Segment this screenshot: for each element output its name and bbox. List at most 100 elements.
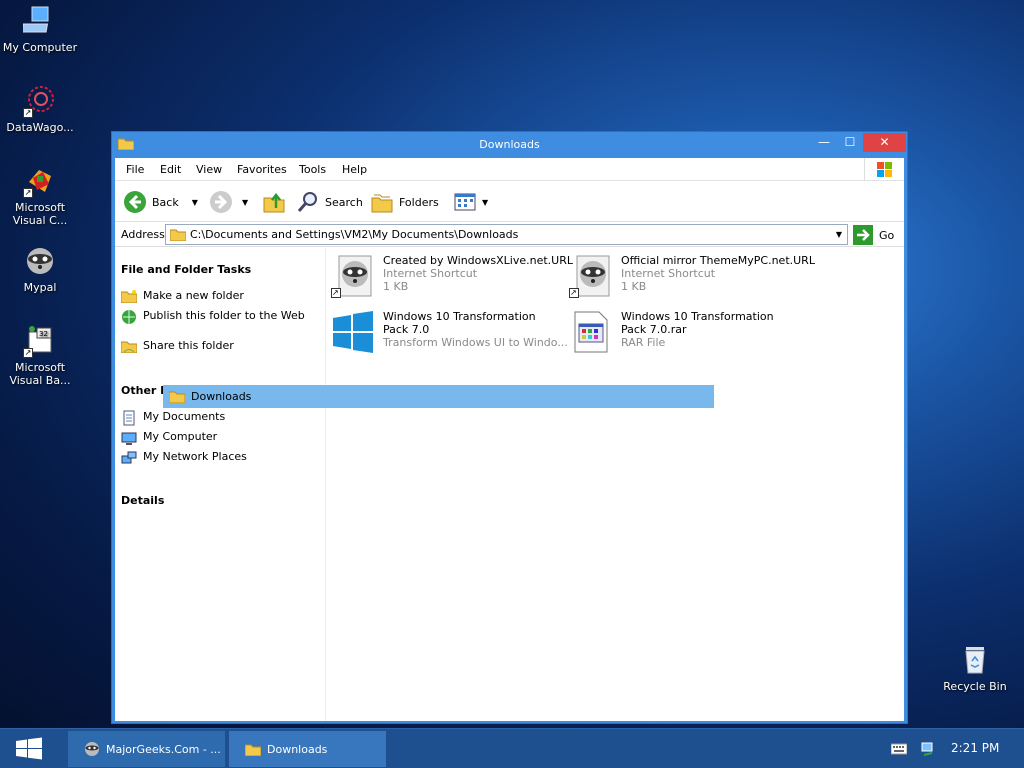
desktop-icon-label: My Computer [2,41,78,54]
chevron-down-icon[interactable]: ▼ [192,198,198,207]
file-folder-tasks-heading: File and Folder Tasks [121,263,252,276]
task-label: Publish this folder to the Web [143,309,305,322]
visual-studio-icon: ↗ [23,164,57,198]
menu-help[interactable]: Help [342,163,367,176]
shortcut-arrow-icon: ↗ [331,288,341,298]
minimize-button[interactable]: — [812,133,836,152]
spiral-icon: ↗ [23,84,57,118]
address-bar: Address C:\Documents and Settings\VM2\My… [115,223,904,247]
go-label: Go [879,228,895,242]
new-folder-icon [121,290,137,303]
chevron-down-icon[interactable]: ▼ [482,198,488,207]
desktop-icon-recycle-bin[interactable]: Recycle Bin [935,643,1015,693]
file-type: Internet Shortcut [621,267,716,280]
task-share-folder[interactable]: Share this folder [121,339,311,353]
desktop-icon-visual-basic[interactable]: 32 ↗ Microsoft Visual Ba... [0,324,80,387]
folders-button[interactable]: Folders [370,190,439,214]
file-item[interactable]: ↗ Official mirror ThemeMyPC.net.URL Inte… [569,254,815,298]
desktop-icon-mypal[interactable]: Mypal [0,244,80,294]
search-button[interactable]: Search [296,190,363,214]
title-bar[interactable]: Downloads — ☐ ✕ [112,132,907,158]
back-label: Back [152,195,179,209]
maximize-button[interactable]: ☐ [838,133,862,152]
menu-tools[interactable]: Tools [299,163,326,176]
desktop-icon-label: DataWago... [6,121,74,134]
clock[interactable]: 2:21 PM [951,741,999,755]
menu-file[interactable]: File [126,163,144,176]
visual-basic-icon: 32 ↗ [23,324,57,358]
address-dropdown-item[interactable]: Downloads [163,385,714,408]
keyboard-icon[interactable] [890,741,908,758]
file-size: 1 KB [383,280,409,293]
menu-favorites[interactable]: Favorites [237,163,287,176]
shortcut-arrow-icon: ↗ [569,288,579,298]
folder-icon [170,229,186,241]
up-folder-icon [263,192,285,213]
search-label: Search [325,195,363,209]
network-tray-icon[interactable] [920,739,936,760]
place-my-documents[interactable]: My Documents [121,410,311,426]
taskbar: MajorGeeks.Com - ... Downloads 2:21 PM [0,728,1024,768]
folders-label: Folders [399,195,439,209]
menu-view[interactable]: View [196,163,222,176]
place-label: My Network Places [143,450,247,463]
desktop-icon-label: Recycle Bin [943,680,1007,693]
address-dropdown-button[interactable]: ▼ [831,225,847,244]
desktop-icon-label: Mypal [23,281,57,294]
task-make-new-folder[interactable]: Make a new folder [121,289,311,303]
task-label: Make a new folder [143,289,244,302]
desktop-icon-datawago[interactable]: ↗ DataWago... [0,84,80,134]
explorer-window: Downloads — ☐ ✕ File Edit View Favorites… [111,131,908,724]
file-item[interactable]: ↗ Created by WindowsXLive.net.URL Intern… [331,254,573,298]
go-arrow-icon [853,225,873,245]
back-button[interactable]: Back ▼ [123,190,198,214]
views-icon [454,193,476,211]
network-icon [121,451,137,464]
up-folder-button[interactable] [262,190,286,214]
taskbar-item-downloads[interactable]: Downloads [229,731,386,767]
place-my-computer[interactable]: My Computer [121,430,311,446]
menu-edit[interactable]: Edit [160,163,181,176]
details-heading: Details [121,494,165,507]
file-list: ↗ Created by WindowsXLive.net.URL Intern… [325,248,904,721]
folder-icon [169,391,185,403]
chevron-down-icon[interactable]: ▼ [242,198,248,207]
file-item[interactable]: Windows 10 Transformation Pack 7.0 Trans… [331,310,568,354]
start-button[interactable] [0,729,58,768]
file-type: Transform Windows UI to Windo... [383,336,568,349]
task-label: Share this folder [143,339,234,352]
file-size: 1 KB [621,280,647,293]
raccoon-icon [23,244,57,278]
shortcut-arrow-icon: ↗ [23,188,33,198]
close-button[interactable]: ✕ [863,133,906,152]
desktop-icon-label: Microsoft Visual Ba... [9,361,71,387]
taskbar-item-label: Downloads [267,742,328,756]
shortcut-arrow-icon: ↗ [23,108,33,118]
go-button[interactable]: Go [853,225,894,245]
taskbar-item-majorgeeks[interactable]: MajorGeeks.Com - ... [68,731,225,767]
windows-flag-icon [864,158,904,181]
menu-bar: File Edit View Favorites Tools Help [115,158,904,181]
computer-icon [121,432,137,445]
file-name: Windows 10 Transformation Pack 7.0 [383,310,536,336]
desktop-icon-label: Microsoft Visual C... [12,201,68,227]
desktop-icon-visual-c[interactable]: ↗ Microsoft Visual C... [0,164,80,227]
file-name: Created by WindowsXLive.net.URL [383,254,573,267]
desktop-icon-my-computer[interactable]: My Computer [0,4,80,54]
raccoon-icon: ↗ [569,254,613,298]
views-button[interactable]: ▼ [453,190,488,214]
computer-icon [21,4,57,38]
place-my-network-places[interactable]: My Network Places [121,450,311,466]
file-type: Internet Shortcut [383,267,478,280]
documents-icon [123,410,135,426]
file-type: RAR File [621,336,666,349]
back-arrow-icon [124,191,146,213]
forward-button[interactable]: ▼ [209,190,248,214]
address-input[interactable]: C:\Documents and Settings\VM2\My Documen… [165,224,848,245]
place-label: My Documents [143,410,226,423]
address-value: C:\Documents and Settings\VM2\My Documen… [190,228,519,241]
file-name: Official mirror ThemeMyPC.net.URL [621,254,815,267]
taskbar-item-label: MajorGeeks.Com - ... [106,742,221,756]
file-item[interactable]: Windows 10 Transformation Pack 7.0.rar R… [569,310,801,354]
task-publish-web[interactable]: Publish this folder to the Web [121,309,311,325]
